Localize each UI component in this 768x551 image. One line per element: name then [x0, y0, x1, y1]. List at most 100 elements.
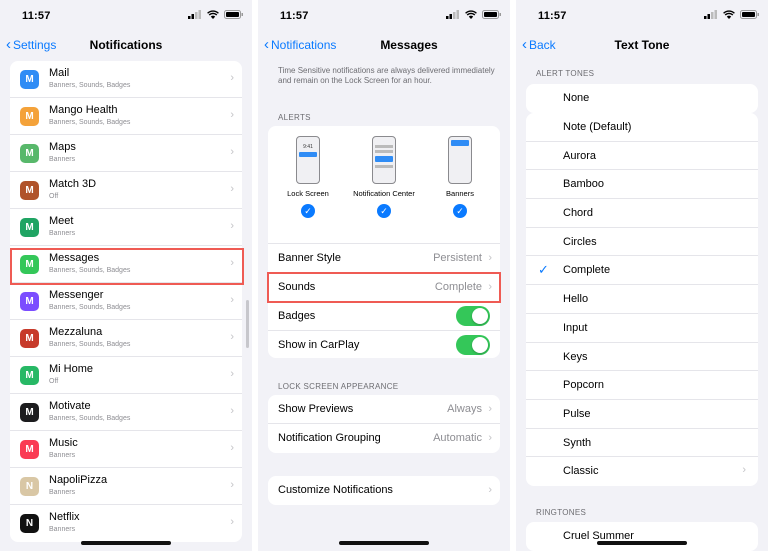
tone-none-label: None [563, 92, 590, 104]
tone-row[interactable]: Aurora [526, 142, 758, 171]
maps-icon: M [20, 144, 39, 163]
app-name: Maps [49, 141, 76, 153]
tone-row[interactable]: Hello [526, 285, 758, 314]
alert-option-label: Lock Screen [287, 189, 329, 198]
wifi-icon [207, 10, 219, 19]
sounds-highlight [267, 272, 501, 303]
page-title: Messages [380, 38, 438, 52]
app-notification-summary: Banners [49, 156, 76, 163]
lock-screen-card: Show Previews Always › Notification Grou… [268, 395, 500, 453]
customize-notifications-label: Customize Notifications [278, 484, 393, 496]
app-row[interactable]: M Messenger Banners, Sounds, Badges › [10, 283, 242, 320]
mock-banner [375, 156, 393, 162]
nav-bar: ‹ Notifications Messages [258, 32, 510, 60]
app-name: Match 3D [49, 178, 97, 190]
tone-row[interactable]: Chord [526, 199, 758, 228]
alert-option-lock-screen[interactable]: 9:41 Lock Screen ✓ [268, 136, 348, 218]
app-row[interactable]: N Netflix Banners › [10, 505, 242, 542]
app-notification-summary: Banners, Sounds, Badges [49, 304, 131, 311]
alert-option-banners[interactable]: Banners ✓ [420, 136, 500, 218]
chevron-right-icon: › [230, 368, 234, 380]
show-previews-row[interactable]: Show Previews Always › [268, 395, 500, 424]
app-name: NapoliPizza [49, 474, 108, 486]
notification-center-mock [372, 136, 396, 184]
ringtones-list: Cruel Summer [526, 522, 758, 551]
status-bar: 11:57 [516, 0, 768, 32]
tone-row[interactable]: Synth [526, 429, 758, 458]
tone-label: Classic [563, 465, 599, 478]
banner-style-label: Banner Style [278, 252, 341, 264]
banner-style-row[interactable]: Banner Style Persistent › [268, 244, 500, 273]
notification-grouping-row[interactable]: Notification Grouping Automatic › [268, 424, 500, 453]
tone-row[interactable]: Input [526, 314, 758, 343]
tone-label: Complete [563, 264, 611, 277]
chevron-right-icon: › [742, 464, 746, 477]
home-indicator [597, 541, 687, 545]
tone-label: Hello [563, 293, 589, 306]
tone-row[interactable]: Pulse [526, 400, 758, 429]
page-title: Notifications [89, 38, 163, 52]
status-time: 11:57 [22, 10, 51, 22]
nav-bar: ‹ Back Text Tone [516, 32, 768, 60]
tone-row[interactable]: Circles [526, 228, 758, 257]
app-row[interactable]: M Mango Health Banners, Sounds, Badges › [10, 98, 242, 135]
page-title: Text Tone [614, 38, 670, 52]
battery-icon [740, 10, 759, 19]
app-row[interactable]: M Meet Banners › [10, 209, 242, 246]
app-row[interactable]: M Maps Banners › [10, 135, 242, 172]
badges-label: Badges [278, 310, 316, 322]
carplay-toggle[interactable] [456, 335, 490, 355]
tone-label: Popcorn [563, 379, 604, 392]
app-row[interactable]: M Motivate Banners, Sounds, Badges › [10, 394, 242, 431]
tone-row[interactable]: Bamboo [526, 170, 758, 200]
chevron-right-icon: › [230, 479, 234, 491]
app-row[interactable]: M Music Banners › [10, 431, 242, 468]
alert-option-notification-center[interactable]: Notification Center ✓ [344, 136, 424, 218]
app-notification-summary: Banners, Sounds, Badges [49, 415, 131, 422]
customize-notifications-row[interactable]: Customize Notifications › [268, 476, 500, 505]
tone-none-row[interactable]: None [526, 84, 758, 113]
tone-label: Synth [563, 436, 592, 449]
tone-row[interactable]: Keys [526, 343, 758, 372]
chevron-right-icon: › [230, 72, 234, 84]
netflix-icon: N [20, 514, 39, 533]
alert-option-label: Banners [446, 189, 474, 198]
alert-tones-header: ALERT TONES [536, 69, 595, 78]
battery-icon [482, 10, 501, 19]
tone-row[interactable]: Complete ✓ [526, 256, 758, 286]
tone-label: Circles [563, 235, 597, 248]
app-row[interactable]: M Mezzaluna Banners, Sounds, Badges › [10, 320, 242, 357]
notification-grouping-label: Notification Grouping [278, 432, 381, 444]
app-name: Mi Home [49, 363, 94, 375]
text-tone-screen: 11:57 ‹ Back Text Tone ALERT TONES None N… [516, 0, 768, 551]
tone-row[interactable]: Popcorn [526, 371, 758, 400]
status-bar: 11:57 [0, 0, 252, 32]
alert-style-picker: 9:41 Lock Screen ✓ Notification Center ✓ [268, 126, 500, 244]
status-icons [704, 10, 760, 19]
badges-toggle[interactable] [456, 306, 490, 326]
carplay-label: Show in CarPlay [278, 339, 360, 351]
chevron-right-icon: › [488, 432, 492, 444]
app-notification-summary: Off [49, 193, 59, 200]
tone-label: Bamboo [563, 178, 604, 191]
ringtone-row[interactable]: Cruel Summer [526, 522, 758, 551]
mango-health-icon: M [20, 107, 39, 126]
app-row[interactable]: M Mail Banners, Sounds, Badges › [10, 61, 242, 98]
tone-row[interactable]: Note (Default) [526, 113, 758, 142]
wifi-icon [465, 10, 477, 19]
tone-row[interactable]: Classic › [526, 457, 758, 486]
notifications-screen: 11:57 ‹ Settings Notifications M Mail Banne… [0, 0, 252, 551]
chevron-right-icon: › [230, 442, 234, 454]
tone-label: Chord [563, 207, 593, 220]
app-row[interactable]: M Match 3D Off › [10, 172, 242, 209]
home-indicator [339, 541, 429, 545]
app-list: M Mail Banners, Sounds, Badges › M Mango Heal… [10, 61, 242, 542]
scroll-indicator[interactable] [246, 300, 249, 348]
app-row[interactable]: N NapoliPizza Banners › [10, 468, 242, 505]
app-row[interactable]: M Mi Home Off › [10, 357, 242, 394]
app-notification-summary: Banners [49, 489, 76, 496]
tone-label: Note (Default) [563, 121, 632, 133]
tone-label: Aurora [563, 149, 597, 162]
tone-label: Input [563, 321, 588, 334]
mail-icon: M [20, 70, 39, 89]
